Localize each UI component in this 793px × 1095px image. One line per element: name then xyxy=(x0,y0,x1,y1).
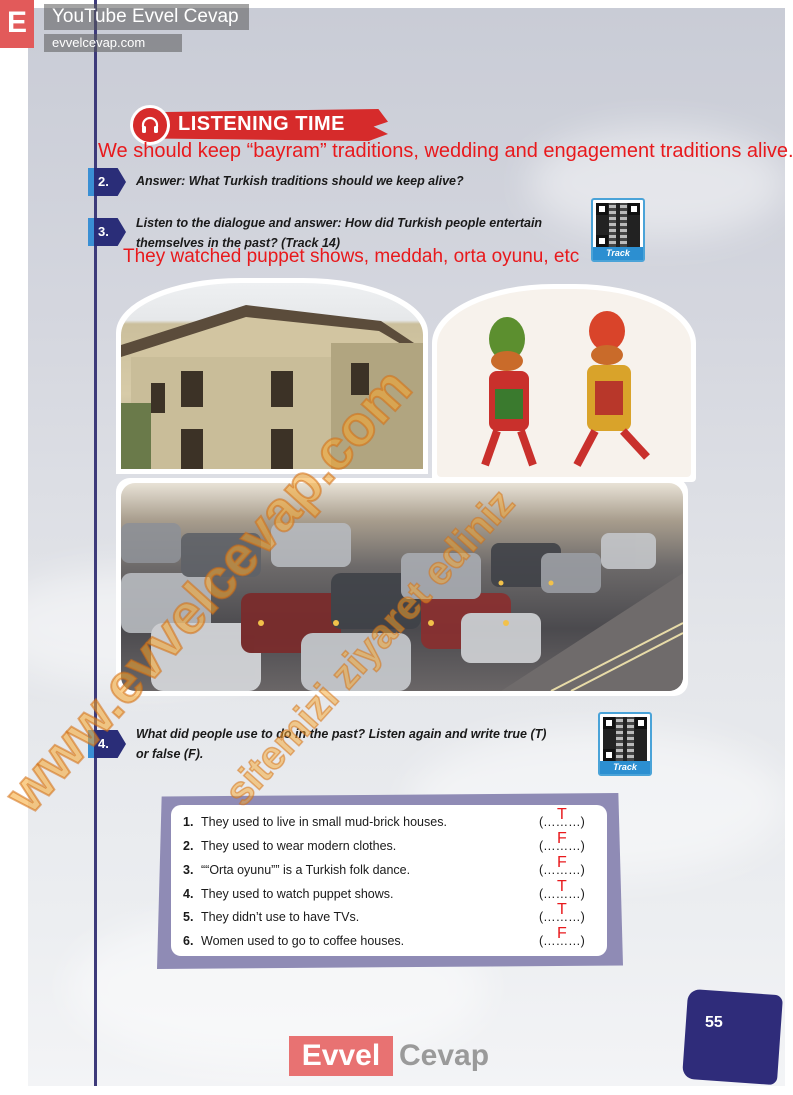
evvel-cevap-logo[interactable]: Evvel Cevap xyxy=(289,1036,505,1080)
section-heading: LISTENING TIME xyxy=(130,105,390,145)
statement-number: 2. xyxy=(183,839,194,853)
statement-number: 6. xyxy=(183,934,194,948)
statement-row: 5. They didn’t use to have TVs. (………) T xyxy=(183,901,595,928)
true-false-table: 1. They used to live in small mud-brick … xyxy=(171,805,607,956)
question-4-text: What did people use to do in the past? L… xyxy=(136,724,546,764)
qr-track-label: Track xyxy=(600,761,650,774)
karagoz-puppet-icon xyxy=(481,317,537,467)
statement-number: 1. xyxy=(183,815,194,829)
handwritten-answer: T xyxy=(557,901,567,918)
qr-corner xyxy=(628,203,640,215)
qr-code-track[interactable]: Track xyxy=(598,712,652,776)
statement-row: 1. They used to live in small mud-brick … xyxy=(183,806,595,833)
statement-number: 5. xyxy=(183,910,194,924)
statement-text: Women used to go to coffee houses. xyxy=(201,934,405,948)
page-number: 55 xyxy=(705,1014,723,1031)
evvel-logo-icon: E xyxy=(0,0,34,48)
statement-row: 4. They used to watch puppet shows. (………… xyxy=(183,878,595,905)
statement-text: They used to wear modern clothes. xyxy=(201,839,397,853)
qr-corner xyxy=(596,203,608,215)
answer-q2: We should keep “bayram” traditions, wedd… xyxy=(98,140,793,162)
margin-line xyxy=(94,0,97,1086)
puppets-image xyxy=(437,289,691,477)
qr-track-label: Track xyxy=(593,247,643,260)
statement-row: 6. Women used to go to coffee houses. (…… xyxy=(183,925,595,952)
logo-part-evvel: Evvel xyxy=(289,1036,393,1076)
question-3-line-1: Listen to the dialogue and answer: How d… xyxy=(136,216,543,230)
statement-row: 2. They used to wear modern clothes. (……… xyxy=(183,830,595,857)
headphones-icon xyxy=(130,105,170,145)
handwritten-answer: F xyxy=(557,854,567,871)
question-4-line-1: What did people use to do in the past? L… xyxy=(136,727,547,741)
shadow-puppets-photo xyxy=(432,284,696,482)
qr-corner xyxy=(635,717,647,729)
statement-number: 3. xyxy=(183,863,194,877)
statement-text: They used to live in small mud-brick hou… xyxy=(201,815,447,829)
qr-code-track-14[interactable]: Track xyxy=(591,198,645,262)
handwritten-answer: F xyxy=(557,925,567,942)
statement-text: They used to watch puppet shows. xyxy=(201,887,394,901)
question-2-text: Answer: What Turkish traditions should w… xyxy=(136,174,464,188)
watermark-url[interactable]: evvelcevap.com xyxy=(44,34,182,52)
handwritten-answer: F xyxy=(557,830,567,847)
heading-title: LISTENING TIME xyxy=(178,113,345,135)
answer-q3: They watched puppet shows, meddah, orta … xyxy=(123,246,580,267)
qr-corner xyxy=(603,749,615,761)
statement-text: They didn’t use to have TVs. xyxy=(201,910,360,924)
handwritten-answer: T xyxy=(557,806,567,823)
qr-corner xyxy=(603,717,615,729)
question-4-line-2: or false (F). xyxy=(136,747,204,761)
qr-corner xyxy=(596,235,608,247)
watermark-banner: E YouTube Evvel Cevap evvelcevap.com xyxy=(0,0,250,52)
statement-number: 4. xyxy=(183,887,194,901)
statement-row: 3. ““Orta oyunu”” is a Turkish folk danc… xyxy=(183,854,595,881)
logo-part-cevap: Cevap xyxy=(399,1039,490,1072)
watermark-title[interactable]: YouTube Evvel Cevap xyxy=(44,4,249,30)
page-number-tab xyxy=(681,988,784,1086)
statement-text: ““Orta oyunu”” is a Turkish folk dance. xyxy=(201,863,411,877)
hacivat-puppet-icon xyxy=(573,311,650,467)
handwritten-answer: T xyxy=(557,878,567,895)
